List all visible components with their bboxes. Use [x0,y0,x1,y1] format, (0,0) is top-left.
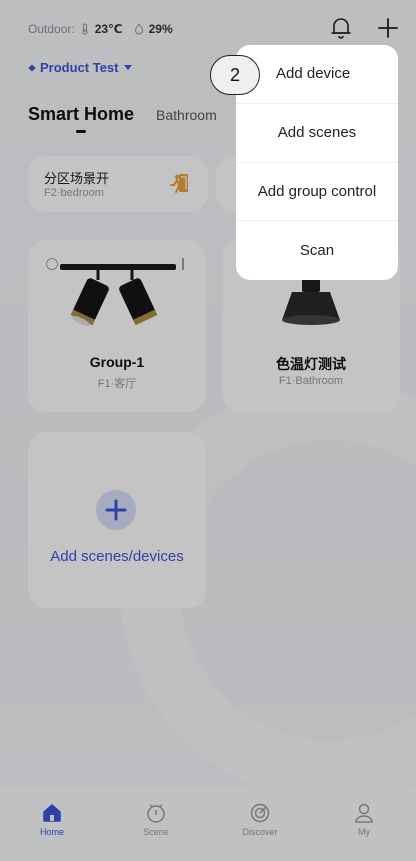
step-marker: 2 [210,55,260,95]
add-menu-popup: Add device Add scenes Add group control … [236,45,398,280]
menu-item-scan[interactable]: Scan [236,221,398,280]
app-root: Outdoor: 23℃ 29% Product Test Smart Home… [0,0,416,861]
menu-item-add-scenes[interactable]: Add scenes [236,104,398,163]
menu-item-add-device[interactable]: Add device [236,45,398,104]
menu-item-add-group-control[interactable]: Add group control [236,163,398,222]
